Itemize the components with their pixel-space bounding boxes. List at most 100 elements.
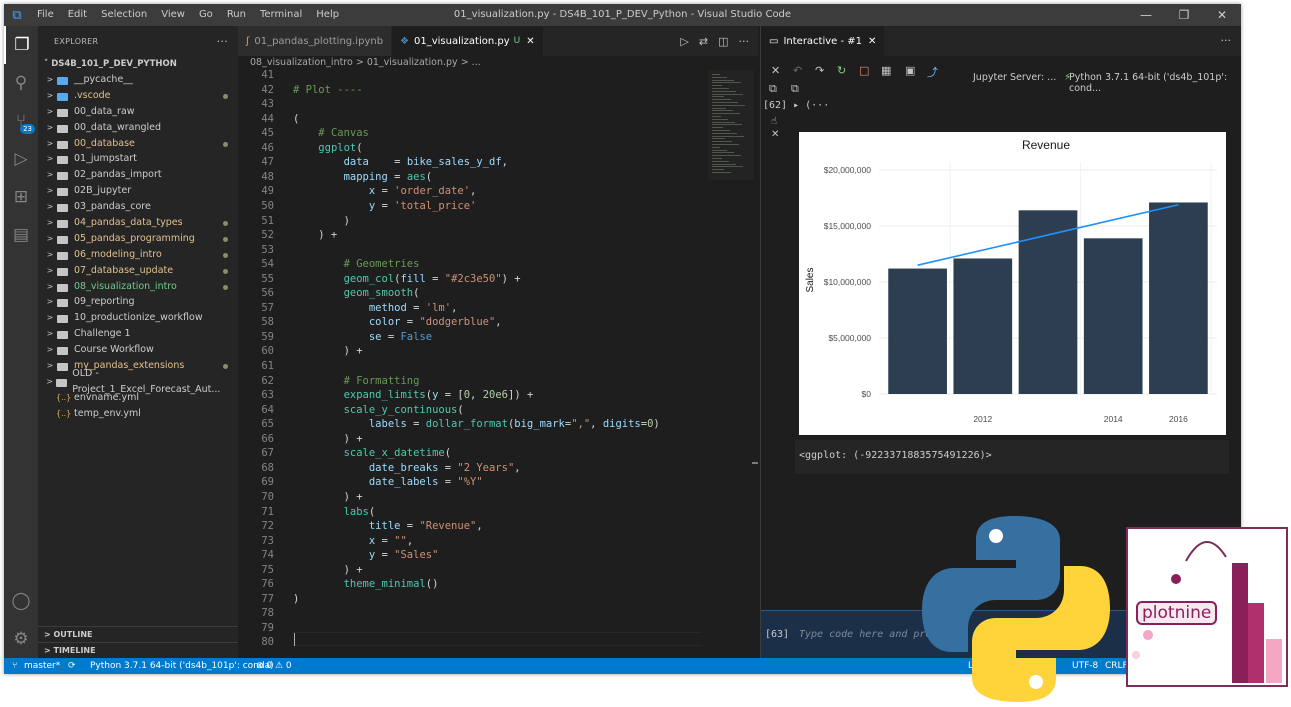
notebook-icon[interactable]: ▤ [4, 216, 38, 254]
menu-help[interactable]: Help [309, 4, 346, 26]
tree-item[interactable]: >02_pandas_import [38, 167, 238, 183]
line-number: 79 [261, 621, 274, 634]
code-token: , [406, 534, 414, 547]
breadcrumb[interactable]: 08_visualization_intro > 01_visualizatio… [238, 56, 758, 70]
tree-item[interactable]: >00_data_raw [38, 104, 238, 120]
python-interpreter[interactable]: Python 3.7.1 64-bit ('ds4b_101p': conda) [90, 658, 274, 674]
menu-run[interactable]: Run [220, 4, 253, 26]
tree-item[interactable]: >10_productionize_workflow [38, 310, 238, 326]
search-icon[interactable]: ⚲ [4, 64, 38, 102]
tree-item[interactable]: >00_database [38, 136, 238, 152]
explorer-more-icon[interactable]: ··· [217, 35, 228, 48]
line-number: 66 [261, 432, 274, 445]
redo-icon[interactable]: ↷ [815, 64, 824, 77]
code-token: scale_x_datetime [343, 447, 445, 460]
tree-item[interactable]: {..} envname.yml [38, 390, 238, 406]
tree-item[interactable]: {..} temp_env.yml [38, 406, 238, 422]
folder-icon [55, 377, 68, 387]
tree-item[interactable]: >02B_jupyter [38, 183, 238, 199]
restart-kernel-icon[interactable]: ↻ [837, 64, 846, 77]
delete-cell-icon[interactable]: ✕ [771, 129, 779, 140]
code-line: # Plot ---- [293, 84, 363, 96]
x-tick-label: 2014 [1104, 414, 1123, 424]
modified-dot [223, 236, 228, 242]
git-branch[interactable]: master* [24, 658, 60, 674]
minimap[interactable] [708, 70, 754, 180]
more-actions-icon[interactable]: ··· [739, 35, 750, 48]
tree-item[interactable]: > .vscode [38, 88, 238, 104]
tree-item[interactable]: >08_visualization_intro [38, 279, 238, 295]
close-window-icon[interactable]: ✕ [1203, 4, 1241, 26]
code-token: # Geometries [343, 258, 420, 271]
run-debug-icon[interactable]: ▷ [4, 140, 38, 178]
tree-item[interactable]: >00_data_wrangled [38, 120, 238, 136]
menu-terminal[interactable]: Terminal [253, 4, 309, 26]
menu-view[interactable]: View [154, 4, 192, 26]
plotnine-dot-2 [1143, 630, 1153, 640]
run-file-icon[interactable]: ▷ [680, 35, 688, 48]
collapse-cells-icon[interactable]: ⧉ [791, 82, 799, 96]
variables-icon[interactable]: ▦ [881, 64, 891, 77]
source-control-icon[interactable]: ⑂ 23 [4, 102, 38, 140]
tab-interactive[interactable]: ▭ Interactive - #1 ✕ [761, 26, 886, 56]
code-token: aes [406, 170, 426, 183]
settings-gear-icon[interactable]: ⚙ [4, 620, 38, 658]
line-number: 72 [261, 520, 274, 533]
line-number: 63 [261, 389, 274, 402]
split-editor-icon[interactable]: ◫ [718, 35, 728, 48]
tree-item-label: 04_pandas_data_types [74, 217, 183, 229]
tree-item[interactable]: >04_pandas_data_types [38, 215, 238, 231]
account-icon[interactable]: ◯ [4, 582, 38, 620]
tree-item[interactable]: > Challenge 1 [38, 326, 238, 342]
close-tab-icon[interactable]: ✕ [868, 36, 876, 47]
interrupt-kernel-icon[interactable]: □ [859, 64, 869, 77]
explorer-icon[interactable]: ❐ [4, 26, 38, 64]
activity-bar: ❐ ⚲ ⑂ 23 ▷ ⊞ ▤ ◯ ⚙ [4, 26, 38, 658]
code-token: = [406, 418, 426, 431]
restore-icon[interactable]: ❐ [1165, 4, 1203, 26]
clear-all-icon[interactable]: ✕ [771, 64, 780, 77]
menu-selection[interactable]: Selection [94, 4, 154, 26]
timeline-section[interactable]: > TIMELINE [38, 642, 238, 658]
tree-item[interactable]: > __pycache__ [38, 72, 238, 88]
tab-visualization-py[interactable]: ❖ 01_visualization.py U ✕ [392, 26, 544, 56]
code-token: # Plot ---- [293, 83, 363, 96]
export-icon[interactable]: ⤴ [927, 64, 938, 80]
line-number: 78 [261, 607, 274, 620]
more-actions-icon[interactable]: ··· [1221, 26, 1232, 56]
bar [1149, 202, 1208, 394]
menu-go[interactable]: Go [192, 4, 220, 26]
save-icon[interactable]: ▣ [905, 64, 915, 77]
close-tab-icon[interactable]: ✕ [526, 36, 534, 47]
tree-item[interactable]: >06_modeling_intro [38, 247, 238, 263]
code-line: # Formatting [293, 375, 420, 387]
tree-item[interactable]: >09_reporting [38, 294, 238, 310]
compare-icon[interactable]: ⇄ [699, 35, 708, 48]
tree-item[interactable]: >05_pandas_programming [38, 231, 238, 247]
undo-icon[interactable]: ↶ [793, 64, 802, 77]
code-token: digits [602, 418, 641, 431]
tree-item[interactable]: >01_jumpstart [38, 151, 238, 167]
minimize-icon[interactable]: — [1127, 4, 1165, 26]
code-token: mapping [343, 170, 388, 183]
extensions-icon[interactable]: ⊞ [4, 178, 38, 216]
line-number: 45 [261, 127, 274, 140]
explorer-title: EXPLORER [54, 36, 99, 46]
expand-cells-icon[interactable]: ⧉ [769, 82, 777, 96]
workspace-root[interactable]: ˅ DS4B_101_P_DEV_PYTHON [38, 56, 238, 72]
kernel-selector[interactable]: Python 3.7.1 64-bit ('ds4b_101p': cond..… [1069, 72, 1241, 94]
tab-pandas-plotting[interactable]: ʃ 01_pandas_plotting.ipynb [238, 26, 393, 56]
tree-item[interactable]: > OLD - Project_1_Excel_Forecast_Aut... [38, 368, 238, 395]
menu-file[interactable]: File [30, 4, 61, 26]
jupyter-server-status[interactable]: Jupyter Server: ... ⚡ [973, 72, 1079, 83]
menu-edit[interactable]: Edit [61, 4, 94, 26]
scroll-indicator[interactable] [752, 462, 758, 464]
problems-count[interactable]: ⊗ 0 ⚠ 0 [256, 658, 292, 674]
sync-icon[interactable]: ⟳ [68, 658, 76, 674]
tree-item[interactable]: > Course Workflow [38, 342, 238, 358]
tree-item[interactable]: >07_database_update [38, 263, 238, 279]
outline-section[interactable]: > OUTLINE [38, 626, 238, 642]
goto-code-icon[interactable]: ☝ [771, 116, 779, 127]
tree-item[interactable]: >03_pandas_core [38, 199, 238, 215]
plotnine-bar-3 [1266, 639, 1282, 683]
